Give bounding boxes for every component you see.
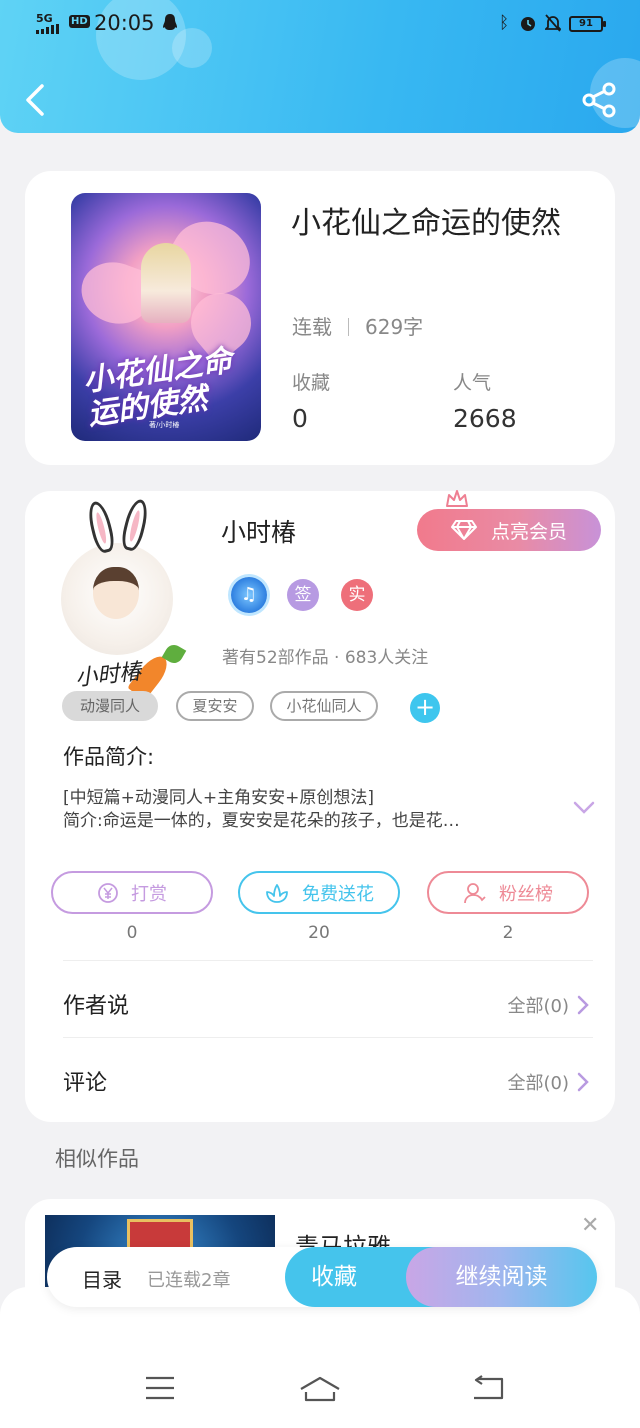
intro-line: [中短篇+动漫同人+主角安安+原创想法]	[63, 788, 374, 808]
chevron-down-icon[interactable]	[573, 801, 595, 815]
diamond-icon	[450, 520, 477, 540]
verified-badge[interactable]: 实	[341, 579, 373, 611]
fan-rank-button[interactable]: 粉丝榜	[427, 871, 589, 914]
book-cover[interactable]: 小花仙之命运的使然 著/小时椿	[71, 193, 261, 441]
fan-count: 2	[502, 923, 514, 943]
comments-label[interactable]: 评论	[63, 1065, 107, 1097]
word-count: 629字	[365, 315, 424, 339]
toc-button[interactable]: 目录	[82, 1264, 122, 1293]
author-say-label[interactable]: 作者说	[63, 988, 129, 1020]
send-flower-label: 免费送花	[302, 883, 374, 905]
bunny-ear	[119, 497, 151, 553]
chapter-count: 已连载2章	[147, 1270, 231, 1291]
reward-button[interactable]: 打赏	[51, 871, 213, 914]
person-icon	[464, 882, 486, 903]
status-bar: 5G HD 20:05 ᛒ 91	[0, 0, 640, 50]
bunny-ear	[85, 499, 117, 555]
intro-line: 简介:命运是一体的，夏安安是花朵的孩子，也是花…	[63, 811, 460, 831]
intro-label: 作品简介:	[63, 745, 155, 769]
crown-icon	[446, 490, 468, 507]
share-icon[interactable]	[580, 82, 618, 118]
popularity-value: 2668	[453, 404, 517, 433]
divider	[63, 1037, 593, 1038]
bottom-action-bar: 目录 已连载2章 收藏 继续阅读	[47, 1247, 597, 1307]
menu-icon[interactable]	[144, 1375, 176, 1401]
network-indicator: 5G	[36, 12, 53, 25]
music-badge-icon[interactable]: ♫	[231, 577, 267, 613]
author-say-count: 全部(0)	[507, 996, 570, 1017]
hd-badge: HD	[69, 15, 90, 28]
close-icon[interactable]: ✕	[581, 1213, 599, 1238]
vip-label: 点亮会员	[490, 520, 567, 543]
avatar-face	[93, 567, 139, 619]
book-title: 小花仙之命运的使然	[291, 206, 561, 241]
divider	[63, 960, 593, 961]
cover-figure	[141, 243, 191, 323]
comments-all[interactable]: 全部(0)	[508, 1069, 590, 1095]
fan-rank-label: 粉丝榜	[499, 883, 553, 905]
reward-count: 0	[126, 923, 138, 943]
book-meta: 连载 629字	[292, 311, 423, 340]
return-icon[interactable]	[470, 1375, 506, 1401]
clock: 20:05	[94, 11, 155, 35]
favorites-label: 收藏	[292, 372, 331, 394]
favorites-value: 0	[292, 404, 308, 433]
author-avatar[interactable]: 小时椿	[61, 497, 187, 701]
similar-works-label: 相似作品	[55, 1147, 139, 1171]
author-say-all[interactable]: 全部(0)	[508, 992, 590, 1018]
qq-icon	[163, 14, 177, 30]
header-bar: 5G HD 20:05 ᛒ 91	[0, 0, 640, 133]
flower-count: 20	[308, 923, 330, 943]
cover-title-art: 小花仙之命运的使然	[80, 343, 235, 433]
yen-coin-icon	[98, 882, 118, 903]
author-card: 小时椿 小时椿 点亮会员 ♫ 签 实 著有52部作品 · 683人关注 动漫同人…	[25, 490, 615, 1122]
popularity-label: 人气	[453, 372, 492, 394]
alarm-icon	[521, 17, 535, 31]
signed-badge[interactable]: 签	[287, 579, 319, 611]
avatar-signature: 小时椿	[74, 659, 143, 692]
bottom-panel	[0, 1287, 640, 1428]
home-icon[interactable]	[298, 1375, 342, 1403]
tag-item[interactable]: 动漫同人	[62, 691, 158, 721]
continue-reading-button[interactable]: 继续阅读	[406, 1247, 597, 1307]
flower-icon	[266, 883, 288, 903]
reward-label: 打赏	[131, 883, 167, 905]
tag-item[interactable]: 小花仙同人	[270, 691, 378, 721]
comments-count: 全部(0)	[507, 1073, 570, 1094]
author-works-info: 著有52部作品 · 683人关注	[222, 648, 429, 668]
signal-icon	[36, 24, 59, 34]
send-flower-button[interactable]: 免费送花	[238, 871, 400, 914]
meta-divider	[348, 318, 349, 336]
book-info-card: 小花仙之命运的使然 著/小时椿 小花仙之命运的使然 连载 629字 收藏 0 人气…	[25, 171, 615, 465]
chevron-right-icon	[577, 1072, 589, 1092]
battery-icon: 91	[569, 16, 606, 32]
mute-icon	[545, 14, 561, 32]
bluetooth-icon: ᛒ	[499, 13, 510, 33]
intro-text[interactable]: [中短篇+动漫同人+主角安安+原创想法] 简介:命运是一体的，夏安安是花朵的孩子…	[63, 787, 543, 833]
author-name[interactable]: 小时椿	[221, 513, 296, 549]
vip-button[interactable]: 点亮会员	[417, 509, 601, 551]
add-tag-button[interactable]: +	[410, 693, 440, 723]
tag-item[interactable]: 夏安安	[176, 691, 254, 721]
cover-author: 著/小时椿	[149, 421, 180, 429]
back-icon[interactable]	[18, 80, 52, 120]
book-status: 连载	[292, 315, 332, 339]
chevron-right-icon	[577, 995, 589, 1015]
